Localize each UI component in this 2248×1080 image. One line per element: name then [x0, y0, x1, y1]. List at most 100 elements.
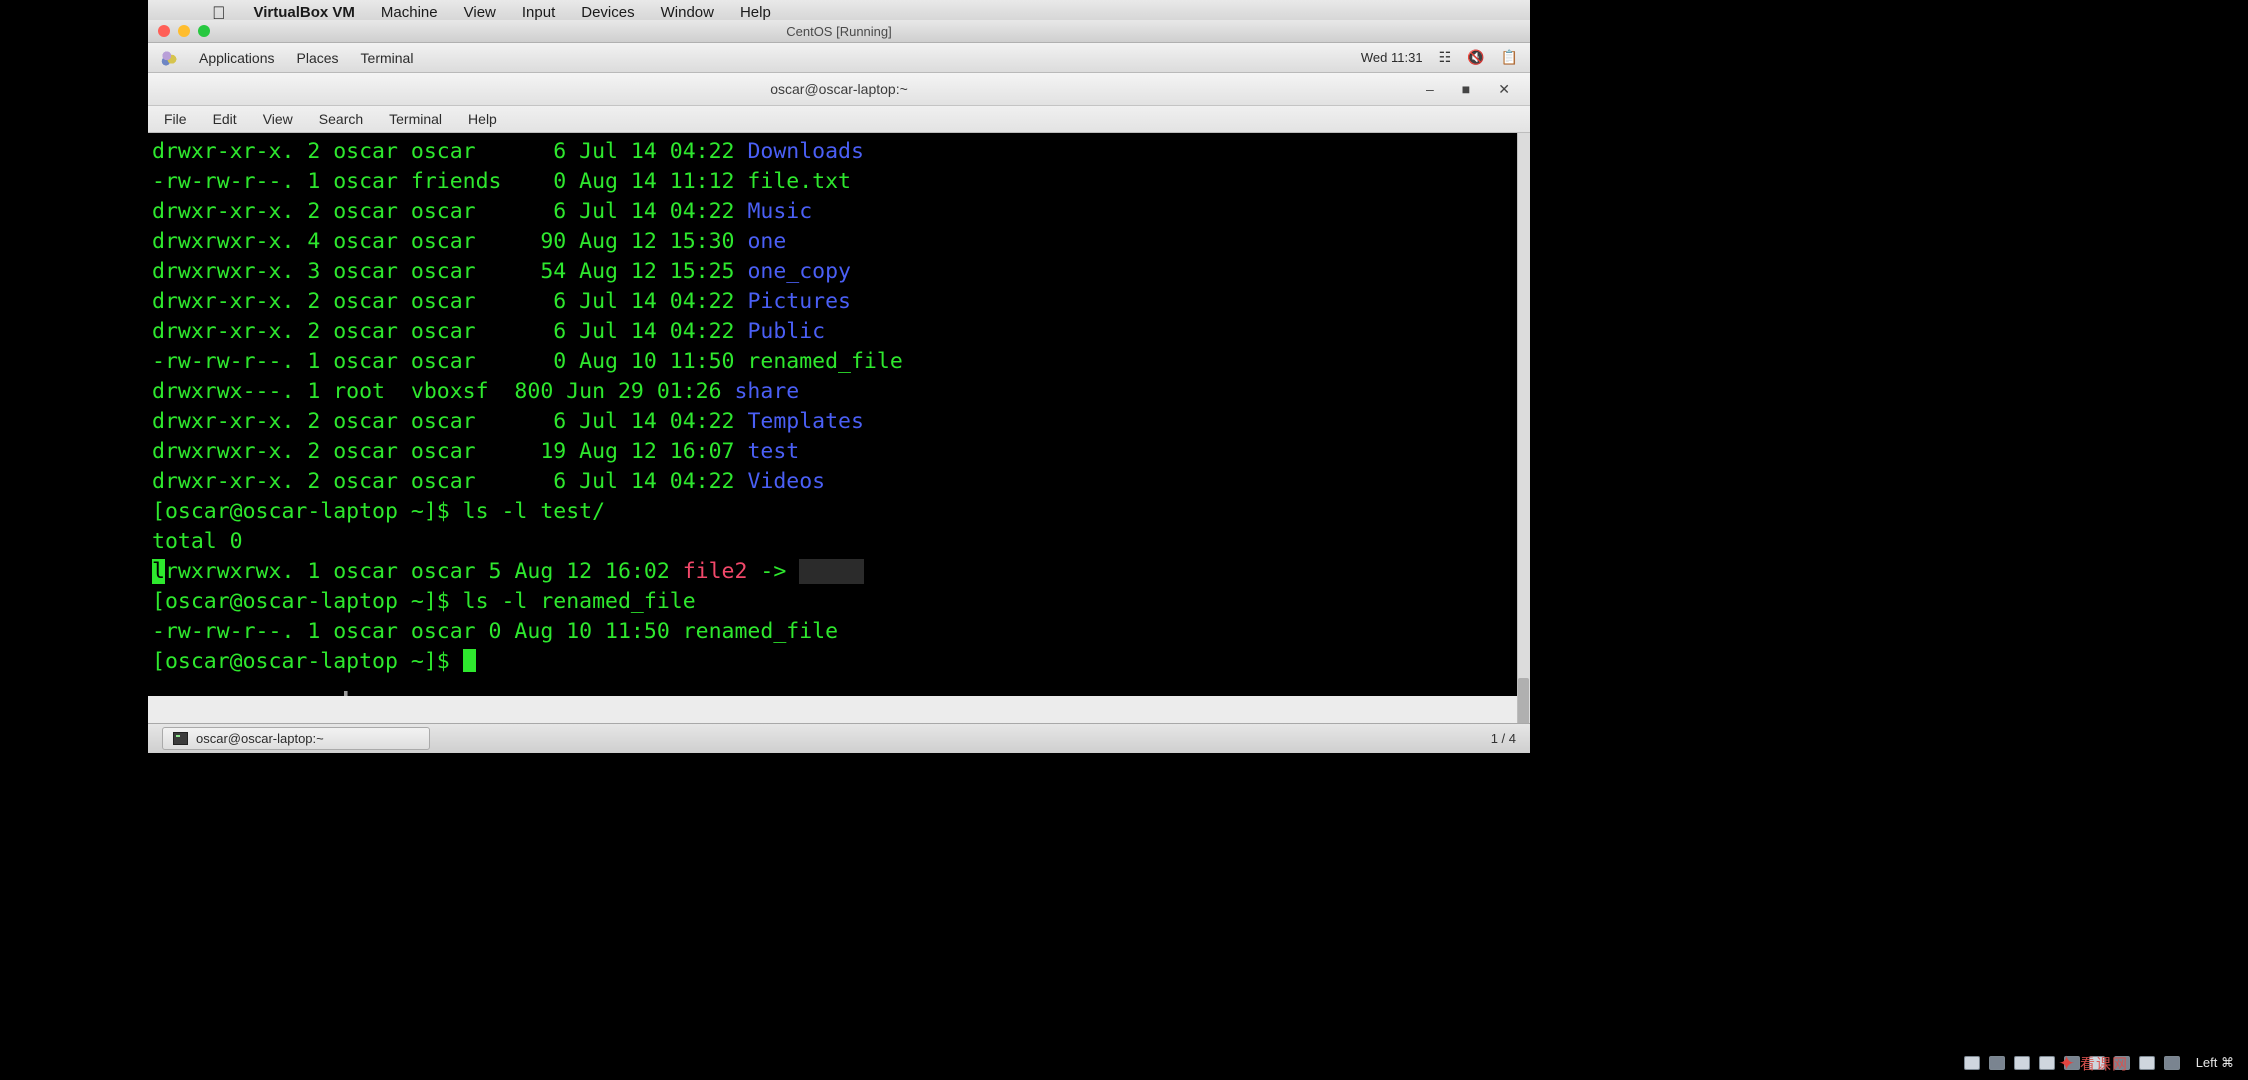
taskbar-window-label: oscar@oscar-laptop:~ — [196, 731, 324, 746]
watermark: ✦ 看课网 — [2058, 1051, 2128, 1076]
host-desktop-left — [0, 0, 148, 1080]
mac-menu-view[interactable]: View — [464, 4, 496, 21]
star-icon: ✦ — [2058, 1053, 2076, 1075]
terminal-text: test — [747, 439, 800, 464]
taskbar-window-button[interactable]: oscar@oscar-laptop:~ — [162, 727, 430, 750]
terminal-text: -rw-rw-r--. 1 oscar oscar 0 Aug 10 11:50… — [152, 619, 839, 644]
terminal-text: drwxr-xr-x. 2 oscar oscar 6 Jul 14 04:22 — [152, 409, 748, 434]
gnome-bottom-taskbar: oscar@oscar-laptop:~ 1 / 4 — [148, 723, 1530, 753]
terminal-menu-view[interactable]: View — [263, 111, 293, 127]
terminal-menubar: File Edit View Search Terminal Help — [148, 106, 1530, 133]
mac-menu-window[interactable]: Window — [661, 4, 714, 21]
terminal-menu-file[interactable]: File — [164, 111, 187, 127]
terminal-line: total 0 — [150, 527, 1530, 557]
vbox-titlebar[interactable]: CentOS [Running] — [148, 20, 1530, 43]
gnome-top-panel: Applications Places Terminal Wed 11:31 ☷… — [148, 43, 1530, 73]
mac-menu-machine[interactable]: Machine — [381, 4, 438, 21]
gnome-menu-applications[interactable]: Applications — [199, 50, 275, 66]
terminal-line: [oscar@oscar-laptop ~]$ ls -l renamed_fi… — [150, 587, 1530, 617]
hard-disk-icon[interactable] — [1963, 1056, 1980, 1070]
terminal-line: drwxr-xr-x. 2 oscar oscar 6 Jul 14 04:22… — [150, 467, 1530, 497]
terminal-text: drwxr-xr-x. 2 oscar oscar 6 Jul 14 04:22 — [152, 319, 748, 344]
terminal-menu-edit[interactable]: Edit — [213, 111, 237, 127]
terminal-line: drwxr-xr-x. 2 oscar oscar 6 Jul 14 04:22… — [150, 407, 1530, 437]
terminal-titlebar[interactable]: oscar@oscar-laptop:~ – ■ ✕ — [148, 73, 1530, 106]
virtualbox-vm-window: CentOS [Running] Applications Places Ter… — [148, 20, 1530, 753]
terminal-line: drwxrwxr-x. 2 oscar oscar 19 Aug 12 16:0… — [150, 437, 1530, 467]
terminal-line: [oscar@oscar-laptop ~]$ ls -l test/ — [150, 497, 1530, 527]
terminal-text: drwxrwxr-x. 3 oscar oscar 54 Aug 12 15:2… — [152, 259, 748, 284]
watermark-label: 看课网 — [2079, 1056, 2128, 1073]
mac-menu-virtualbox-vm[interactable]: VirtualBox VM — [254, 4, 355, 21]
terminal-text — [799, 559, 864, 584]
volume-muted-icon[interactable]: 🔇 — [1467, 49, 1484, 66]
terminal-text: Music — [747, 199, 813, 224]
terminal-text: drwxrwxr-x. 2 oscar oscar 19 Aug 12 16:0… — [152, 439, 748, 464]
terminal-text: [oscar@oscar-laptop ~]$ ls -l test/ — [152, 499, 606, 524]
mac-menu-devices[interactable]: Devices — [581, 4, 634, 21]
gnome-menu-terminal[interactable]: Terminal — [361, 50, 414, 66]
host-desktop-right — [1530, 0, 2248, 1080]
gnome-panel-menus: Applications Places Terminal — [148, 49, 413, 66]
clipboard-icon[interactable]: 📋 — [1501, 49, 1518, 66]
terminal-line: -rw-rw-r--. 1 oscar oscar 0 Aug 10 11:50… — [150, 617, 1530, 647]
terminal-text: Pictures — [747, 289, 851, 314]
terminal-line: drwxrwxr-x. 4 oscar oscar 90 Aug 12 15:3… — [150, 227, 1530, 257]
terminal-line: drwxr-xr-x. 2 oscar oscar 6 Jul 14 04:22… — [150, 317, 1530, 347]
gnome-clock[interactable]: Wed 11:31 — [1361, 50, 1423, 65]
terminal-text: Public — [747, 319, 826, 344]
host-key-label: Left ⌘ — [2195, 1055, 2234, 1070]
terminal-line: drwxr-xr-x. 2 oscar oscar 6 Jul 14 04:22… — [150, 287, 1530, 317]
terminal-text: file2 — [682, 559, 748, 584]
terminal-menu-search[interactable]: Search — [319, 111, 363, 127]
gnome-terminal-window: oscar@oscar-laptop:~ – ■ ✕ File Edit Vie… — [148, 73, 1530, 753]
terminal-output[interactable]: drwxr-xr-x. 2 oscar oscar 6 Jul 14 04:22… — [148, 133, 1530, 696]
gnome-panel-tray: Wed 11:31 ☷ 🔇 📋 — [1361, 49, 1530, 66]
terminal-text: one — [747, 229, 787, 254]
terminal-text: share — [734, 379, 800, 404]
mac-menu-input[interactable]: Input — [522, 4, 555, 21]
terminal-text: -rw-rw-r--. 1 oscar friends 0 Aug 14 11:… — [152, 169, 851, 194]
mac-menu-help[interactable]: Help — [740, 4, 771, 21]
gnome-foot-icon — [160, 49, 177, 66]
terminal-menu-help[interactable]: Help — [468, 111, 497, 127]
network-adapter-icon[interactable] — [2038, 1056, 2055, 1070]
terminal-line: drwxrwx---. 1 root vboxsf 800 Jun 29 01:… — [150, 377, 1530, 407]
terminal-text: drwxr-xr-x. 2 oscar oscar 6 Jul 14 04:22 — [152, 139, 748, 164]
terminal-text: total 0 — [152, 529, 243, 554]
mouse-integration-icon[interactable] — [2163, 1056, 2180, 1070]
terminal-cursor — [462, 649, 476, 672]
terminal-line: -rw-rw-r--. 1 oscar oscar 0 Aug 10 11:50… — [150, 347, 1530, 377]
gnome-menu-places[interactable]: Places — [297, 50, 339, 66]
terminal-text: Templates — [747, 409, 864, 434]
terminal-text: rwxrwxrwx. 1 oscar oscar 5 Aug 12 16:02 — [164, 559, 683, 584]
terminal-text: Videos — [747, 469, 826, 494]
terminal-text: l — [152, 559, 165, 584]
optical-drive-icon[interactable] — [1988, 1056, 2005, 1070]
recording-icon[interactable] — [2138, 1056, 2155, 1070]
apple-logo-icon[interactable]:  — [212, 4, 226, 22]
floppy-icon[interactable] — [2013, 1056, 2030, 1070]
network-icon[interactable]: ☷ — [1439, 49, 1452, 66]
terminal-text: drwxr-xr-x. 2 oscar oscar 6 Jul 14 04:22 — [152, 469, 748, 494]
terminal-text: drwxr-xr-x. 2 oscar oscar 6 Jul 14 04:22 — [152, 199, 748, 224]
terminal-line: [oscar@oscar-laptop ~]$ — [150, 647, 1530, 677]
terminal-text: one_copy — [747, 259, 851, 284]
mouse-pointer-icon — [344, 691, 347, 696]
terminal-text: drwxrwxr-x. 4 oscar oscar 90 Aug 12 15:3… — [152, 229, 748, 254]
workspace-indicator[interactable]: 1 / 4 — [1491, 731, 1530, 746]
terminal-line: drwxr-xr-x. 2 oscar oscar 6 Jul 14 04:22… — [150, 197, 1530, 227]
terminal-text: drwxr-xr-x. 2 oscar oscar 6 Jul 14 04:22 — [152, 289, 748, 314]
terminal-line: -rw-rw-r--. 1 oscar friends 0 Aug 14 11:… — [150, 167, 1530, 197]
terminal-text: -> — [747, 559, 800, 584]
terminal-text: -rw-rw-r--. 1 oscar oscar 0 Aug 10 11:50… — [152, 349, 903, 374]
terminal-line: drwxr-xr-x. 2 oscar oscar 6 Jul 14 04:22… — [150, 137, 1530, 167]
screen-root:  VirtualBox VM Machine View Input Devic… — [0, 0, 2248, 1080]
terminal-icon — [173, 732, 188, 745]
terminal-text: [oscar@oscar-laptop ~]$ ls -l renamed_fi… — [152, 589, 696, 614]
vbox-window-title: CentOS [Running] — [786, 23, 892, 39]
terminal-text: Downloads — [747, 139, 864, 164]
terminal-scrollbar[interactable] — [1517, 133, 1530, 753]
terminal-line: drwxrwxr-x. 3 oscar oscar 54 Aug 12 15:2… — [150, 257, 1530, 287]
terminal-menu-terminal[interactable]: Terminal — [389, 111, 442, 127]
